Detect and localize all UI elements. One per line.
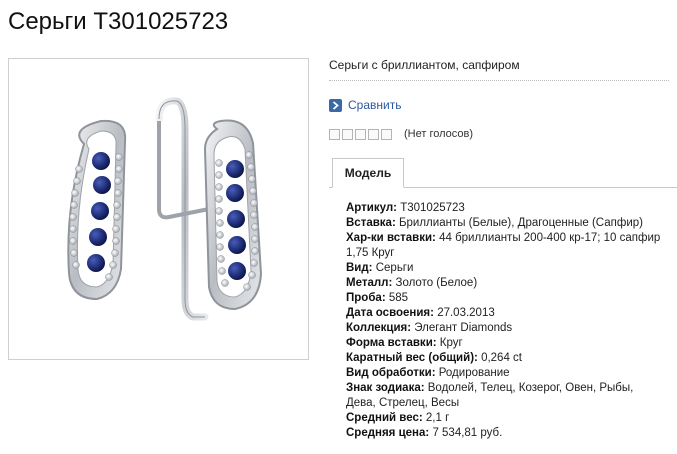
spec-row-date: Дата освоения: 27.03.2013 <box>346 306 666 321</box>
spec-row-insert-characteristics: Хар-ки вставки: 44 бриллианты 200-400 кр… <box>346 231 666 261</box>
rating-star-4[interactable] <box>368 128 379 140</box>
spec-label: Форма вставки: <box>346 337 437 349</box>
rating-star-5[interactable] <box>381 128 392 140</box>
rating-star-3[interactable] <box>355 128 366 140</box>
spec-row-zodiac: Знак зодиака: Водолей, Телец, Козерог, О… <box>346 381 666 411</box>
spec-value: 585 <box>388 292 409 304</box>
spec-value: 7 534,81 руб. <box>432 427 503 439</box>
spec-label: Хар-ки вставки: <box>346 232 436 244</box>
spec-value: Золото (Белое) <box>395 277 478 289</box>
spec-label: Проба: <box>346 292 386 304</box>
spec-label: Коллекция: <box>346 322 412 334</box>
spec-value: Элегант Diamonds <box>414 322 513 334</box>
spec-row-processing: Вид обработки: Родирование <box>346 366 666 381</box>
spec-row-insert-shape: Форма вставки: Круг <box>346 336 666 351</box>
spec-label: Средний вес: <box>346 412 423 424</box>
spec-value: Бриллианты (Белые), Драгоценные (Сапфир) <box>398 217 643 229</box>
rating-star-1[interactable] <box>329 128 340 140</box>
tab-model[interactable]: Модель <box>332 158 404 188</box>
spec-row-type: Вид: Серьги <box>346 261 666 276</box>
spec-value: Круг <box>439 337 463 349</box>
spec-value: Родирование <box>438 367 510 379</box>
spec-row-fineness: Проба: 585 <box>346 291 666 306</box>
spec-value: 27.03.2013 <box>437 307 495 319</box>
spec-label: Артикул: <box>346 202 398 214</box>
rating-star-2[interactable] <box>342 128 353 140</box>
compare-button[interactable]: Сравнить <box>329 98 401 112</box>
votes-count: (Нет голосов) <box>404 128 474 140</box>
spec-value: 2,1 г <box>425 412 450 424</box>
spec-row-carat: Каратный вес (общий): 0,264 ct <box>346 351 666 366</box>
spec-row-collection: Коллекция: Элегант Diamonds <box>346 321 666 336</box>
spec-row-price: Средняя цена: 7 534,81 руб. <box>346 426 666 441</box>
spec-label: Дата освоения: <box>346 307 434 319</box>
earrings-illustration <box>67 97 263 321</box>
spec-row-weight: Средний вес: 2,1 г <box>346 411 666 426</box>
product-image[interactable] <box>8 58 309 360</box>
spec-label: Средняя цена: <box>346 427 430 439</box>
compare-label: Сравнить <box>348 98 402 112</box>
spec-label: Вид: <box>346 262 373 274</box>
spec-label: Вид обработки: <box>346 367 436 379</box>
spec-row-article: Артикул: T301025723 <box>346 201 666 216</box>
spec-label: Каратный вес (общий): <box>346 352 478 364</box>
spec-label: Знак зодиака: <box>346 382 425 394</box>
rating: (Нет голосов) <box>329 128 473 140</box>
spec-value: Серьги <box>375 262 414 274</box>
spec-label: Металл: <box>346 277 393 289</box>
spec-list: Артикул: T301025723 Вставка: Бриллианты … <box>346 201 666 441</box>
spec-row-insert: Вставка: Бриллианты (Белые), Драгоценные… <box>346 216 666 231</box>
product-description: Серьги с бриллиантом, сапфиром <box>329 58 669 81</box>
spec-row-metal: Металл: Золото (Белое) <box>346 276 666 291</box>
spec-value: 0,264 ct <box>481 352 522 364</box>
spec-value: T301025723 <box>400 202 465 214</box>
spec-label: Вставка: <box>346 217 396 229</box>
page-title: Серьги T301025723 <box>8 8 229 35</box>
chevron-right-icon <box>329 98 342 112</box>
